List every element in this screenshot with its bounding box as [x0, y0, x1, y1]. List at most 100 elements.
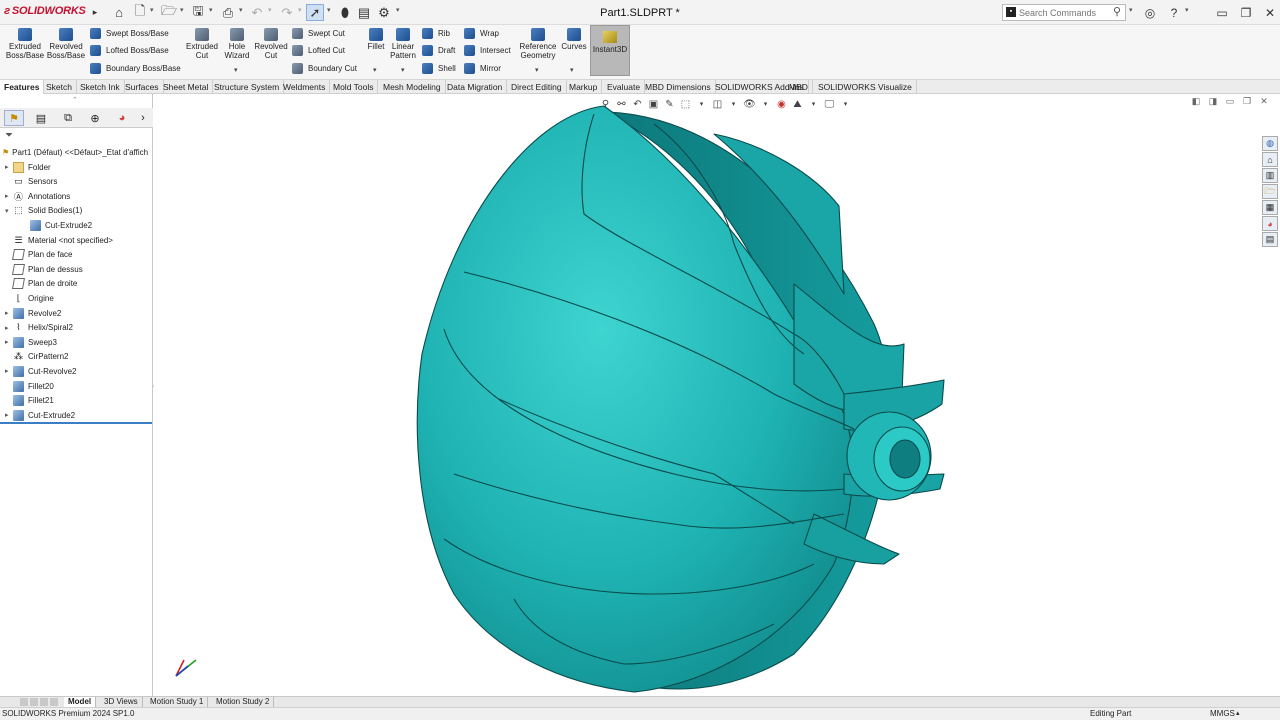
expand-arrow-icon[interactable]: ▸ — [5, 324, 13, 332]
curves-button[interactable]: Curves — [560, 28, 588, 51]
intersect-button[interactable]: Intersect — [464, 45, 511, 56]
file-properties-icon[interactable]: ▤ — [355, 4, 373, 21]
minimize-icon[interactable]: ▭ — [1213, 4, 1231, 21]
expand-arrow-open-icon[interactable]: ▾ — [5, 207, 13, 215]
rib-button[interactable]: Rib — [422, 28, 450, 39]
tree-item[interactable]: ⌊ Origine — [0, 291, 152, 305]
bottom-tab-motion-study-2[interactable]: Motion Study 2 — [212, 697, 275, 707]
tree-item[interactable]: ▸ Sweep3 — [0, 335, 152, 349]
tab-surfaces[interactable]: Surfaces — [121, 80, 164, 94]
undo-icon[interactable]: ↶ — [248, 4, 266, 21]
tree-item[interactable]: ▸ ⌇ Helix/Spiral2 — [0, 321, 152, 335]
property-manager-tab-icon[interactable]: ▤ — [31, 110, 51, 126]
instant3d-button[interactable]: Instant3D — [590, 25, 630, 76]
tree-item[interactable]: ▸ Cut-Extrude2 — [0, 408, 152, 422]
redo-dropdown-icon[interactable]: ▾ — [298, 6, 302, 14]
next-tab-nav-icon[interactable] — [40, 698, 48, 706]
boundary-cut-button[interactable]: Boundary Cut — [292, 63, 357, 74]
shell-button[interactable]: Shell — [422, 63, 456, 74]
bottom-tab-motion-study-1[interactable]: Motion Study 1 — [146, 697, 209, 707]
new-dropdown-icon[interactable]: ▾ — [150, 6, 154, 14]
restore-icon[interactable]: ❐ — [1237, 4, 1255, 21]
search-dropdown-icon[interactable]: ▾ — [1129, 6, 1133, 14]
tab-data-migration[interactable]: Data Migration — [443, 80, 508, 94]
redo-icon[interactable]: ↷ — [278, 4, 296, 21]
tab-sheet-metal[interactable]: Sheet Metal — [159, 80, 214, 94]
last-tab-nav-icon[interactable] — [50, 698, 58, 706]
reference-geometry-dropdown-icon[interactable]: ▾ — [535, 66, 539, 74]
select-cursor-icon[interactable]: ➚ — [306, 4, 324, 21]
options-gear-icon[interactable]: ⚙ — [375, 4, 393, 21]
revolved-cut-button[interactable]: Revolved Cut — [254, 28, 288, 60]
tab-features[interactable]: Features — [0, 80, 45, 94]
tree-item[interactable]: ▸ Folder — [0, 160, 152, 174]
lofted-cut-button[interactable]: Lofted Cut — [292, 45, 345, 56]
swept-cut-button[interactable]: Swept Cut — [292, 28, 345, 39]
units-dropdown-icon[interactable]: ▴ — [1236, 708, 1240, 720]
tree-item[interactable]: Plan de droite — [0, 277, 152, 291]
tab-sketch-ink[interactable]: Sketch Ink — [76, 80, 125, 94]
tab-weldments[interactable]: Weldments — [279, 80, 331, 94]
tree-item[interactable]: ▾ ⬚ Solid Bodies(1) — [0, 204, 152, 218]
tree-item[interactable]: Fillet21 — [0, 394, 152, 408]
configuration-manager-tab-icon[interactable]: ⧉ — [58, 110, 78, 126]
status-units[interactable]: MMGS — [1210, 708, 1235, 720]
dimxpert-manager-tab-icon[interactable]: ⊕ — [85, 110, 105, 126]
tab-structure-system[interactable]: Structure System — [210, 80, 285, 94]
linear-pattern-button[interactable]: Linear Pattern — [388, 28, 418, 60]
hole-wizard-dropdown-icon[interactable]: ▾ — [234, 66, 238, 74]
close-icon[interactable]: ✕ — [1261, 4, 1279, 21]
boundary-boss-button[interactable]: Boundary Boss/Base — [90, 63, 181, 74]
tree-item[interactable]: Fillet20 — [0, 379, 152, 393]
lofted-boss-button[interactable]: Lofted Boss/Base — [90, 45, 169, 56]
new-document-icon[interactable]: 🗋 — [131, 3, 149, 21]
bottom-tab-3d-views[interactable]: 3D Views — [100, 697, 143, 707]
expand-arrow-icon[interactable]: ▸ — [5, 411, 13, 419]
tab-mesh-modeling[interactable]: Mesh Modeling — [379, 80, 446, 94]
expand-arrow-icon[interactable]: ▸ — [5, 163, 13, 171]
bottom-tab-model[interactable]: Model — [64, 697, 97, 707]
mirror-button[interactable]: Mirror — [464, 63, 501, 74]
options-dropdown-icon[interactable]: ▾ — [396, 6, 400, 14]
tree-item[interactable]: ▸ Ⓐ Annotations — [0, 189, 152, 203]
help-icon[interactable]: ? — [1165, 4, 1183, 21]
fillet-button[interactable]: Fillet — [364, 28, 388, 51]
tree-item[interactable]: ▭ Sensors — [0, 175, 152, 189]
print-icon[interactable]: ⎙ — [219, 4, 237, 21]
tree-item[interactable]: ▸ Cut-Revolve2 — [0, 364, 152, 378]
linear-pattern-dropdown-icon[interactable]: ▾ — [401, 66, 405, 74]
revolved-boss-button[interactable]: Revolved Boss/Base — [46, 28, 86, 60]
tab-evaluate[interactable]: Evaluate — [603, 80, 646, 94]
prev-tab-nav-icon[interactable] — [30, 698, 38, 706]
display-manager-tab-icon[interactable]: ◕ — [112, 110, 132, 126]
feature-manager-tab-icon[interactable]: ⚑ — [4, 110, 24, 126]
swept-boss-button[interactable]: Swept Boss/Base — [90, 28, 169, 39]
tab-mold-tools[interactable]: Mold Tools — [329, 80, 379, 94]
reference-geometry-button[interactable]: Reference Geometry — [518, 28, 558, 60]
print-dropdown-icon[interactable]: ▾ — [239, 6, 243, 14]
hole-wizard-button[interactable]: Hole Wizard — [222, 28, 252, 60]
tab-solidworks-visualize[interactable]: SOLIDWORKS Visualize — [814, 80, 917, 94]
tree-item[interactable]: ▸ Revolve2 — [0, 306, 152, 320]
user-account-icon[interactable]: ◎ — [1141, 4, 1159, 21]
tab-mbd-dimensions[interactable]: MBD Dimensions — [641, 80, 716, 94]
rebuild-icon[interactable]: ⬮ — [336, 4, 354, 21]
solidworks-logo[interactable]: ƨ SOLIDWORKS — [4, 5, 86, 17]
open-dropdown-icon[interactable]: ▾ — [180, 6, 184, 14]
tab-markup[interactable]: Markup — [565, 80, 603, 94]
tab-mbd[interactable]: MBD — [785, 80, 813, 94]
search-input[interactable] — [1019, 6, 1115, 19]
tree-root-part[interactable]: ⚑ Part1 (Défaut) <<Défaut>_Etat d'affich — [2, 146, 152, 158]
tab-direct-editing[interactable]: Direct Editing — [507, 80, 567, 94]
home-icon[interactable]: ⌂ — [110, 4, 128, 21]
more-tabs-chevron-icon[interactable]: › — [136, 110, 150, 126]
expand-arrow-icon[interactable]: ▸ — [5, 367, 13, 375]
search-commands-box[interactable]: ▪ ⚲ — [1002, 4, 1126, 21]
impeller-3d-model[interactable] — [154, 94, 1280, 696]
tree-item[interactable]: Plan de dessus — [0, 262, 152, 276]
first-tab-nav-icon[interactable] — [20, 698, 28, 706]
open-folder-icon[interactable]: 🗁 — [160, 3, 178, 21]
search-icon[interactable]: ⚲ — [1113, 5, 1121, 18]
tree-item[interactable]: ☰ Material <not specified> — [0, 233, 152, 247]
wrap-button[interactable]: Wrap — [464, 28, 499, 39]
